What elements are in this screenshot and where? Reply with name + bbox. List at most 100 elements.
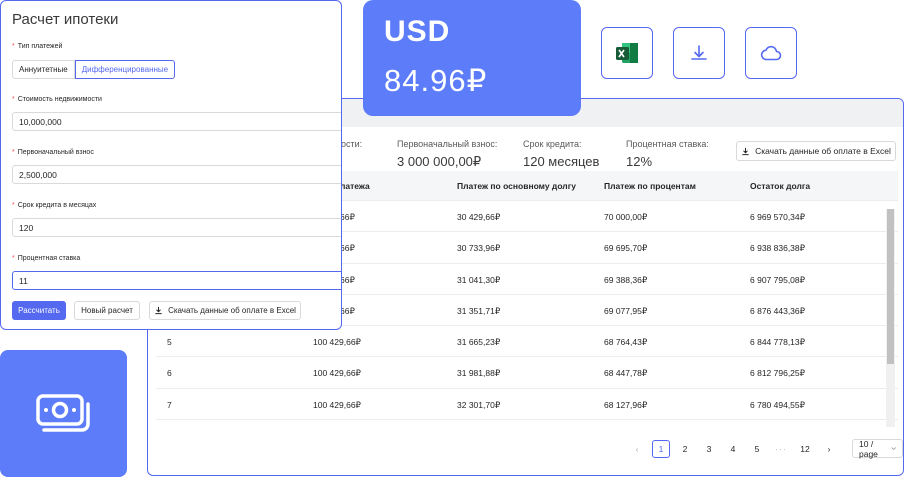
prev-page-button[interactable]: ‹ xyxy=(628,440,646,458)
table-cell: 66₽ xyxy=(340,274,355,285)
table-cell: 7 xyxy=(167,399,172,410)
table-cell: 70 000,00₽ xyxy=(604,212,648,222)
table-cell: 68 447,78₽ xyxy=(604,368,648,379)
summary-property-cost: ости: xyxy=(341,139,362,154)
rate-input[interactable]: 11 xyxy=(12,271,341,290)
summary-value: 12% xyxy=(626,154,653,169)
download-icon xyxy=(155,306,162,315)
table-cell: 68 127,96₽ xyxy=(604,399,648,410)
page-button[interactable]: 1 xyxy=(652,439,670,458)
label-text: Тип платежей xyxy=(17,43,63,50)
required-marker: * xyxy=(12,96,15,103)
column-header: Платеж по процентам xyxy=(604,181,696,191)
download-excel-label: Скачать данные об оплате в Excel xyxy=(168,306,296,315)
download-excel-label: Скачать данные об оплате в Excel xyxy=(755,146,891,156)
rate-label: * Процентная ставка xyxy=(12,255,80,262)
download-icon xyxy=(742,147,749,155)
next-page-button[interactable]: › xyxy=(820,440,838,458)
label-text: Срок кредита в месяцах xyxy=(17,202,97,209)
page-title: Расчет ипотеки xyxy=(12,11,119,28)
table-cell: 30 733,96₽ xyxy=(457,243,501,254)
summary-term: Срок кредита: 120 месяцев xyxy=(523,139,599,169)
required-marker: * xyxy=(12,149,15,156)
page-size-value: 10 / page xyxy=(859,438,878,459)
excel-icon xyxy=(616,43,638,63)
summary-value: 3 000 000,00₽ xyxy=(397,154,482,169)
payment-type-annuity[interactable]: Аннуитетные xyxy=(12,60,75,79)
mortgage-form-card: Расчет ипотеки * Тип платежей Аннуитетные… xyxy=(0,0,342,330)
table-cell: 6 938 836,38₽ xyxy=(750,243,806,254)
table-cell: 31 041,30₽ xyxy=(457,274,501,285)
new-calculation-button[interactable]: Новый расчет xyxy=(74,301,140,320)
table-cell: 6 780 494,55₽ xyxy=(750,399,806,410)
summary-value: 120 месяцев xyxy=(523,154,600,169)
table-row: 6 100 429,66₽ 31 981,88₽ 68 447,78₽ 6 81… xyxy=(156,357,898,389)
download-icon xyxy=(691,45,707,60)
table-cell: 6 812 796,25₽ xyxy=(750,368,806,379)
page-size-select[interactable]: 10 / page xyxy=(852,438,903,459)
table-cell: 6 844 778,13₽ xyxy=(750,337,806,348)
page-button[interactable]: 3 xyxy=(700,440,718,458)
table-cell: 31 981,88₽ xyxy=(457,368,501,379)
pagination: ‹ 1 2 3 4 5 ··· 12 › 10 / page xyxy=(628,438,903,459)
download-file-button[interactable] xyxy=(673,27,725,79)
page-button[interactable]: 5 xyxy=(748,440,766,458)
currency-code: USD xyxy=(384,15,451,48)
label-text: Процентная ставка xyxy=(17,255,81,262)
property-cost-input[interactable]: 10,000,000 xyxy=(12,112,341,131)
table-cell: 100 429,66₽ xyxy=(313,399,361,410)
table-cell: 6 xyxy=(167,368,172,379)
down-payment-input[interactable]: 2,500,000 xyxy=(12,165,341,184)
download-excel-form-button[interactable]: Скачать данные об оплате в Excel xyxy=(149,301,301,320)
money-tile xyxy=(0,350,127,477)
table-cell: 69 388,36₽ xyxy=(604,274,648,285)
property-cost-label: * Стоимость недвижимости xyxy=(12,96,102,103)
cloud-icon xyxy=(760,45,782,61)
chevron-down-icon xyxy=(891,447,896,451)
table-cell: 66₽ xyxy=(340,243,355,254)
column-header: Платеж по основному долгу xyxy=(457,181,576,191)
label-text: Стоимость недвижимости xyxy=(17,96,102,103)
calculate-button[interactable]: Рассчитать xyxy=(12,301,66,320)
page-ellipsis[interactable]: ··· xyxy=(772,440,790,458)
required-marker: * xyxy=(12,255,15,262)
payment-type-differentiated[interactable]: Дифференцированные xyxy=(74,60,176,79)
required-marker: * xyxy=(12,202,15,209)
page-button[interactable]: 2 xyxy=(676,440,694,458)
table-cell: 6 969 570,34₽ xyxy=(750,212,806,222)
summary-rate: Процентная ставка: 12% xyxy=(626,139,709,169)
table-row: 5 100 429,66₽ 31 665,23₽ 68 764,43₽ 6 84… xyxy=(156,326,898,358)
table-cell: 100 429,66₽ xyxy=(313,368,361,379)
table-row: 7 100 429,66₽ 32 301,70₽ 68 127,96₽ 6 78… xyxy=(156,389,898,421)
payment-type-switch: Аннуитетные Дифференцированные xyxy=(12,60,176,79)
down-payment-label: * Первоначальный взнос xyxy=(12,149,94,156)
page-button[interactable]: 4 xyxy=(724,440,742,458)
table-cell: 6 907 795,08₽ xyxy=(750,274,806,285)
label-text: Первоначальный взнос xyxy=(17,149,94,156)
term-label: * Срок кредита в месяцах xyxy=(12,202,96,209)
column-header: Остаток долга xyxy=(750,181,811,191)
payment-type-label: * Тип платежей xyxy=(12,43,62,50)
currency-rate-card: USD 84.96₽ xyxy=(363,0,581,116)
table-cell: 66₽ xyxy=(340,305,355,316)
money-icon xyxy=(35,393,90,432)
table-cell: 100 429,66₽ xyxy=(313,337,361,348)
table-scrollbar[interactable] xyxy=(886,209,895,427)
scrollbar-thumb[interactable] xyxy=(887,209,894,364)
term-input[interactable]: 120 xyxy=(12,218,341,237)
summary-label: Процентная ставка: xyxy=(626,139,709,149)
required-marker: * xyxy=(12,43,15,50)
table-cell: 6 876 443,36₽ xyxy=(750,305,806,316)
page-button[interactable]: 12 xyxy=(796,440,814,458)
cloud-save-button[interactable] xyxy=(745,27,797,79)
summary-label: Первоначальный взнос: xyxy=(397,139,498,149)
table-cell: 31 665,23₽ xyxy=(457,337,501,348)
summary-label: Срок кредита: xyxy=(523,139,582,149)
table-cell: 32 301,70₽ xyxy=(457,399,501,410)
download-excel-button[interactable]: Скачать данные об оплате в Excel xyxy=(736,141,896,161)
excel-export-button[interactable] xyxy=(601,27,653,79)
table-cell: 30 429,66₽ xyxy=(457,212,501,222)
currency-rate: 84.96₽ xyxy=(384,63,488,98)
table-cell: 69 077,95₽ xyxy=(604,305,648,316)
table-cell: 68 764,43₽ xyxy=(604,337,648,348)
